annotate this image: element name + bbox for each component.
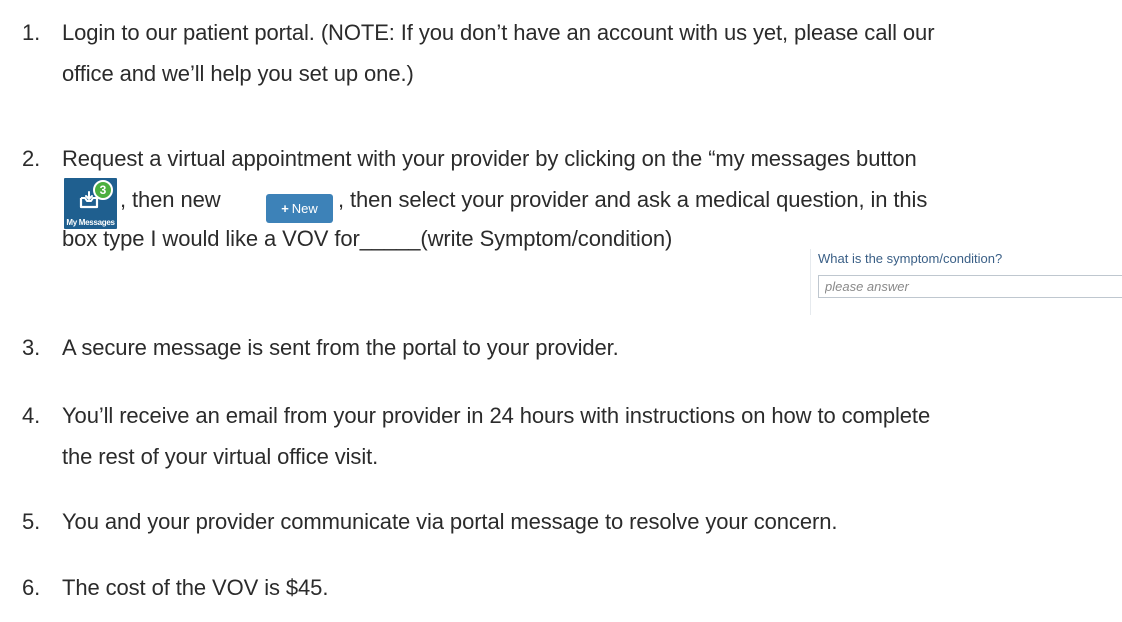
step-number: 4.	[22, 403, 41, 428]
step-number: 2.	[22, 146, 41, 171]
plus-icon: +	[281, 201, 289, 216]
step-text: A secure message is sent from the portal…	[62, 335, 619, 360]
step-text: Login to our patient portal. (NOTE: If y…	[62, 20, 935, 45]
step-text: , then new	[120, 187, 221, 212]
form-border	[810, 249, 1122, 315]
instructions-document: 1. Login to our patient portal. (NOTE: I…	[0, 0, 1122, 622]
step-text: Request a virtual appointment with your …	[62, 146, 917, 171]
new-message-button[interactable]: + New	[266, 194, 333, 223]
step-text: You’ll receive an email from your provid…	[62, 403, 931, 428]
step-number: 1.	[22, 20, 41, 45]
step-text: the rest of your virtual office visit.	[62, 444, 379, 469]
my-messages-button[interactable]: 3 My Messages	[64, 178, 117, 229]
unread-count-badge: 3	[93, 180, 113, 200]
new-button-label: New	[291, 201, 318, 216]
step-number: 5.	[22, 509, 41, 534]
my-messages-label: My Messages	[66, 218, 115, 227]
step-text: , then select your provider and ask a me…	[338, 187, 928, 212]
step-text: box type I would like a VOV for_____(wri…	[62, 226, 673, 251]
step-text: You and your provider communicate via po…	[62, 509, 838, 534]
step-number: 3.	[22, 335, 41, 360]
step-text: office and we’ll help you set up one.)	[62, 61, 414, 86]
step-number: 6.	[22, 575, 41, 600]
step-text: The cost of the VOV is $45.	[62, 575, 329, 600]
